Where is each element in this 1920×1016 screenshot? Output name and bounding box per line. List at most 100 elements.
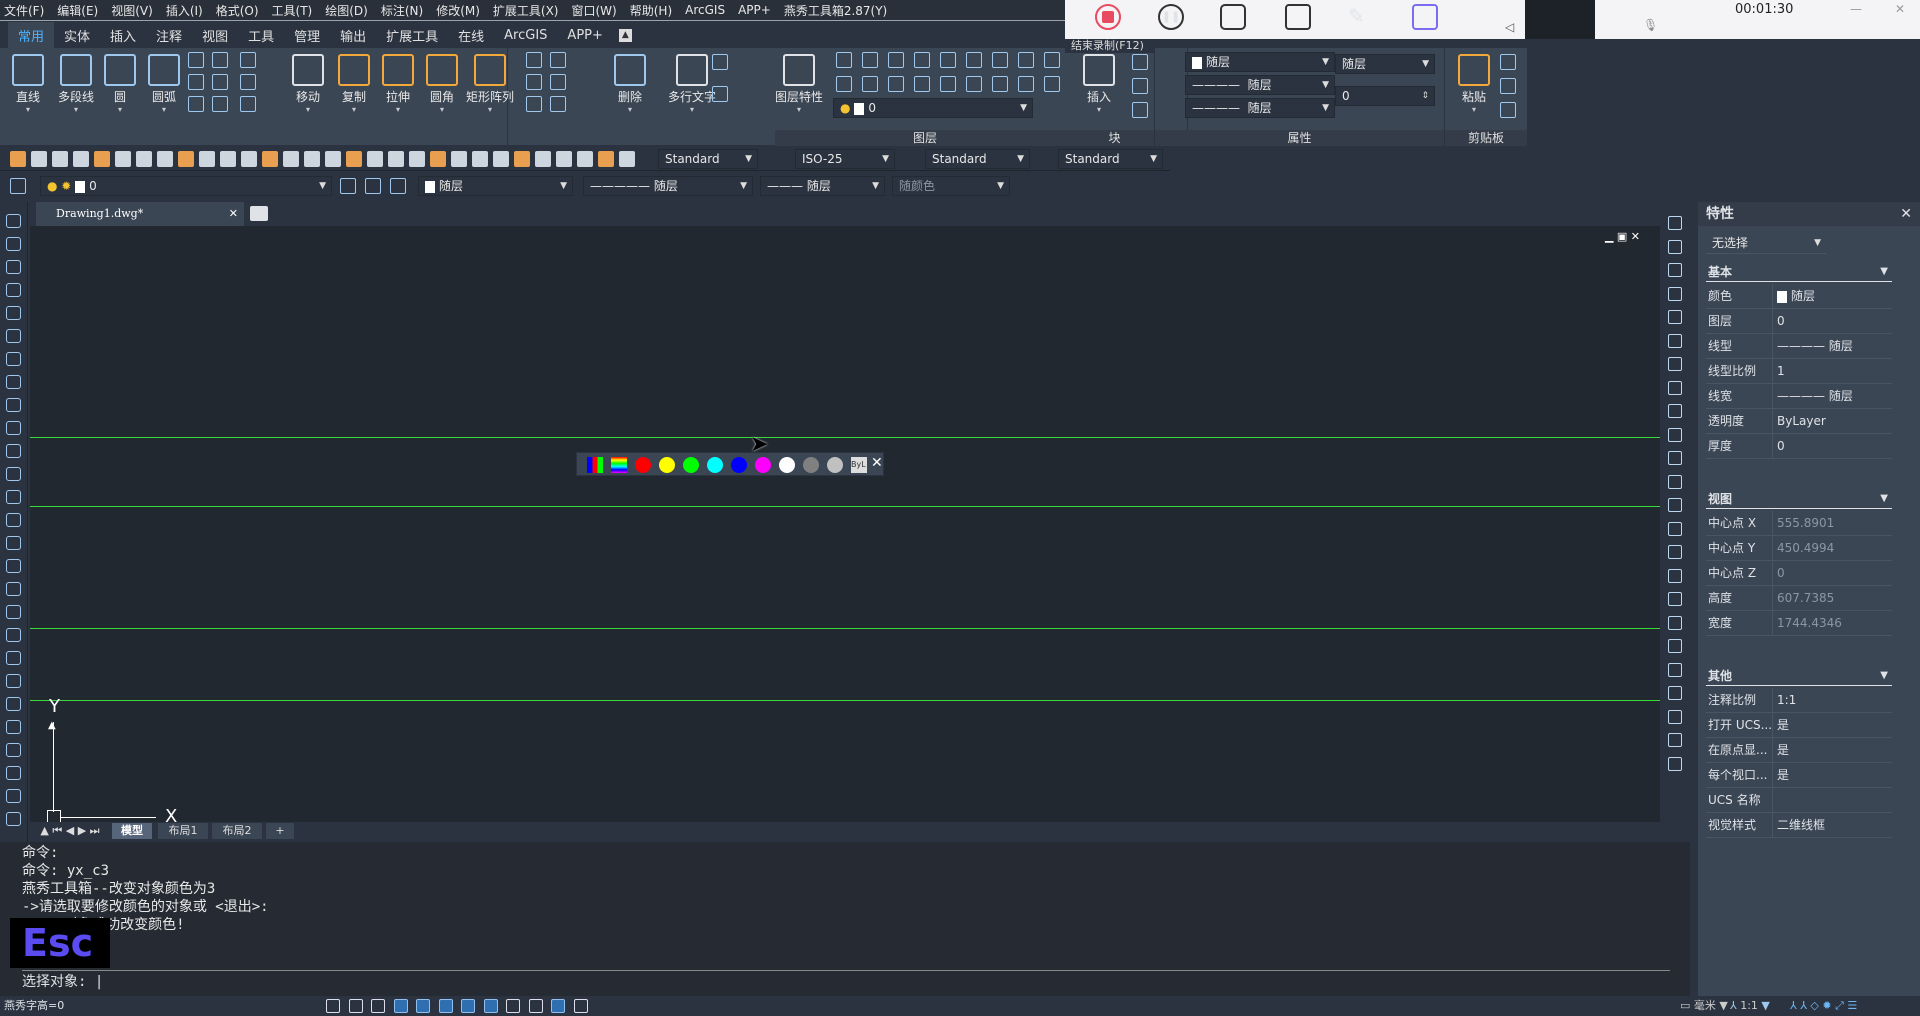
ribbon-tab[interactable]: 扩展工具 xyxy=(376,22,448,49)
draw-tool-icon[interactable] xyxy=(6,444,21,458)
status-toggle-icon[interactable] xyxy=(483,999,498,1013)
tool-8[interactable]: 矩形阵列 ▾ xyxy=(466,50,514,114)
dim-style-combo[interactable]: ISO-25 ▼ xyxy=(795,149,895,169)
property-value[interactable]: 607.7385 xyxy=(1772,586,1834,611)
modify-tool-icon[interactable] xyxy=(1668,310,1682,324)
toolbar-icon[interactable] xyxy=(52,151,68,167)
modify-tool-icon[interactable] xyxy=(1668,639,1682,653)
status-toggle-icon[interactable] xyxy=(506,999,520,1013)
toolbar-icon[interactable] xyxy=(598,151,614,167)
menu-item[interactable]: 工具(T) xyxy=(272,2,313,19)
property-row[interactable]: 高度 607.7385 xyxy=(1706,586,1892,611)
property-value[interactable]: 1 xyxy=(1772,359,1785,384)
property-value[interactable]: 1:1 xyxy=(1772,688,1796,713)
small-tool-icon[interactable] xyxy=(940,76,956,92)
color-swatch[interactable] xyxy=(779,457,795,473)
toolbar-icon[interactable] xyxy=(241,151,257,167)
status-toggle-icon[interactable] xyxy=(416,999,430,1013)
small-tool-icon[interactable] xyxy=(212,96,228,112)
status-toggle-icon[interactable] xyxy=(393,999,408,1013)
toolbar-icon[interactable] xyxy=(409,151,425,167)
lineweight-combo[interactable]: ———— 随层 ▼ xyxy=(1185,98,1335,118)
small-tool-icon[interactable] xyxy=(992,52,1008,68)
status-toggle-icon[interactable] xyxy=(573,999,588,1013)
property-value[interactable]: ———— 随层 xyxy=(1772,334,1853,359)
layer-tool-icon[interactable] xyxy=(365,178,381,194)
status-toggle-icon[interactable] xyxy=(371,999,385,1013)
toolbar-icon[interactable] xyxy=(430,151,446,167)
ribbon-tab[interactable]: APP+ xyxy=(557,24,612,47)
tool-0[interactable]: 直线 ▾ xyxy=(4,50,52,114)
linetype-combo[interactable]: ———— 随层 ▼ xyxy=(1185,75,1335,95)
command-input[interactable]: 选择对象: | xyxy=(22,970,1670,992)
property-value[interactable] xyxy=(1772,788,1777,813)
green-line[interactable] xyxy=(30,700,1660,701)
menu-item[interactable]: 插入(I) xyxy=(166,2,203,19)
small-tool-icon[interactable] xyxy=(992,76,1008,92)
modify-tool-icon[interactable] xyxy=(1668,357,1682,371)
toolbar-icon[interactable] xyxy=(346,151,362,167)
small-tool-icon[interactable] xyxy=(1018,52,1034,68)
modify-tool-icon[interactable] xyxy=(1668,239,1682,254)
draw-tool-icon[interactable] xyxy=(6,214,21,228)
draw-tool-icon[interactable] xyxy=(6,720,21,734)
layer-bar-combo[interactable]: ● ✹ 0 ▼ xyxy=(40,176,332,196)
modify-tool-icon[interactable] xyxy=(1668,733,1682,747)
color-combo[interactable]: 随层 ▼ xyxy=(1185,52,1335,72)
minimize-icon[interactable]: — xyxy=(1850,2,1862,16)
color-swatch[interactable] xyxy=(635,457,651,473)
modify-tool-icon[interactable] xyxy=(1668,615,1682,630)
property-row[interactable]: 中心点 Z 0 xyxy=(1706,561,1892,586)
status-toggle-icon[interactable] xyxy=(438,999,453,1013)
small-tool-icon[interactable] xyxy=(188,52,204,68)
layer-bar-plotstyle[interactable]: 随颜色 ▼ xyxy=(892,176,1010,196)
tool-3[interactable]: 圆弧 ▾ xyxy=(140,50,188,114)
draw-tool-icon[interactable] xyxy=(6,283,21,297)
small-tool-icon[interactable] xyxy=(212,52,228,68)
small-tool-icon[interactable] xyxy=(888,76,904,92)
layout-tab[interactable]: 模型 xyxy=(112,823,152,839)
layer-tool-icon[interactable] xyxy=(10,178,26,194)
green-line[interactable] xyxy=(30,437,1660,438)
small-tool-icon[interactable] xyxy=(240,52,256,68)
menu-item[interactable]: 文件(F) xyxy=(4,2,44,19)
modify-tool-icon[interactable] xyxy=(1668,521,1682,536)
toolbar-icon[interactable] xyxy=(178,151,194,167)
property-row[interactable]: 视觉样式 二维线框 xyxy=(1706,813,1892,838)
layer-bar-lineweight[interactable]: ——— 随层 ▼ xyxy=(760,176,885,196)
menu-item[interactable]: APP+ xyxy=(738,3,771,17)
toolbar-icon[interactable] xyxy=(472,151,488,167)
property-value[interactable]: 555.8901 xyxy=(1772,511,1834,536)
toolbar-icon[interactable] xyxy=(325,151,341,167)
property-row[interactable]: 线型比例 1 xyxy=(1706,359,1892,384)
status-toggle-icon[interactable] xyxy=(348,999,363,1013)
keyboard-icon[interactable] xyxy=(1412,4,1438,30)
small-tool-icon[interactable] xyxy=(836,52,852,68)
small-tool-icon[interactable] xyxy=(862,52,878,68)
menu-item[interactable]: 扩展工具(X) xyxy=(493,2,559,19)
toolbar-icon[interactable] xyxy=(619,151,635,167)
ribbon-tab[interactable]: 工具 xyxy=(238,22,284,49)
color-swatch[interactable] xyxy=(827,457,843,473)
property-value[interactable]: 二维线框 xyxy=(1772,813,1825,838)
draw-tool-icon[interactable] xyxy=(6,306,21,320)
small-tool-icon[interactable] xyxy=(526,52,542,68)
tool-10[interactable]: 多行文字 ▾ xyxy=(668,50,716,114)
draw-tool-icon[interactable] xyxy=(6,237,21,251)
small-tool-icon[interactable] xyxy=(1500,54,1516,70)
toolbar-icon[interactable] xyxy=(367,151,383,167)
draw-tool-icon[interactable] xyxy=(6,628,21,642)
small-tool-icon[interactable] xyxy=(712,54,728,70)
property-value[interactable]: 是 xyxy=(1772,763,1789,788)
collapse-icon[interactable]: ▼ xyxy=(1880,262,1888,282)
ribbon-tab[interactable]: 在线 xyxy=(448,22,494,49)
section-header[interactable]: 视图 ▼ xyxy=(1706,489,1892,509)
modify-tool-icon[interactable] xyxy=(1668,380,1682,395)
draw-tool-icon[interactable] xyxy=(6,789,21,803)
draw-tool-icon[interactable] xyxy=(6,651,21,665)
small-tool-icon[interactable] xyxy=(188,96,204,112)
drawing-canvas[interactable]: ▁ ▣ ✕ Y ▲ X ➤ xyxy=(30,226,1660,827)
draw-tool-icon[interactable] xyxy=(6,513,21,527)
modify-tool-icon[interactable] xyxy=(1668,474,1682,489)
property-row[interactable]: 透明度 ByLayer xyxy=(1706,409,1892,434)
